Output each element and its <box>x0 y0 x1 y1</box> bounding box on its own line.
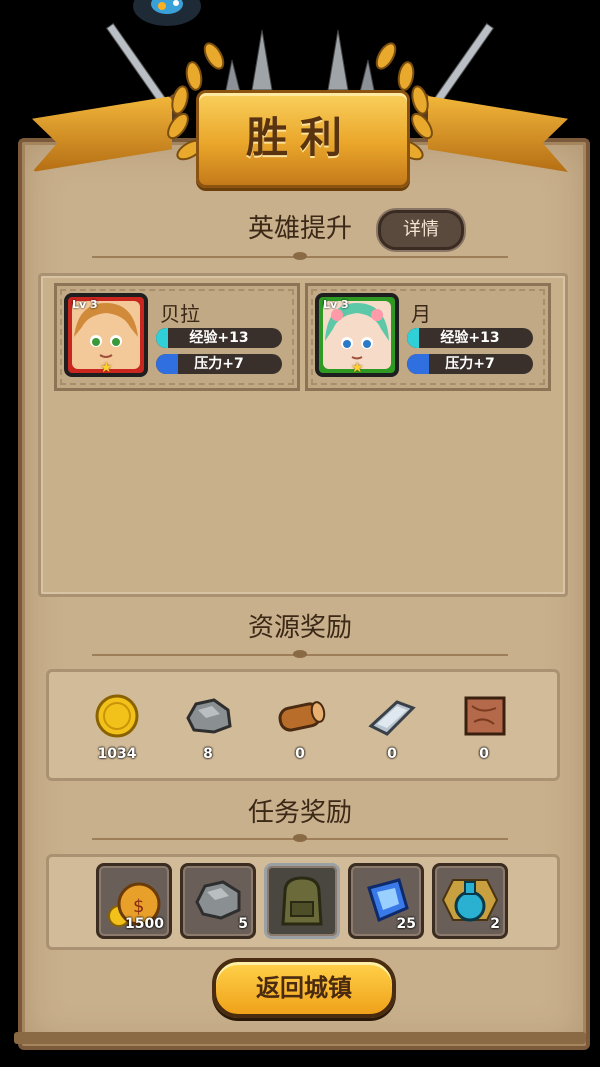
panel-trim <box>14 1032 586 1044</box>
gold-coin-icon <box>95 694 139 742</box>
stone-icon <box>184 698 232 738</box>
stress-bar-label: 压力+7 <box>194 356 244 372</box>
backpack-icon <box>277 872 327 934</box>
exp-bar: 经验+13 <box>156 328 282 348</box>
exp-bar-label: 经验+13 <box>189 330 249 346</box>
stress-bar: 压力+7 <box>407 354 533 374</box>
hero-name: 月 <box>411 302 431 326</box>
victory-title: 胜利 <box>245 113 354 162</box>
wood-log-icon <box>274 696 328 740</box>
reward-slot[interactable] <box>264 863 340 939</box>
leather-icon <box>462 694 508 742</box>
divider-ornament <box>293 252 307 260</box>
divider-ornament <box>293 650 307 658</box>
resource-value: 0 <box>387 746 397 762</box>
return-to-town-button[interactable]: 返回城镇 <box>212 958 396 1018</box>
svg-text:$: $ <box>133 896 144 917</box>
star-icon: ★ <box>351 360 364 376</box>
hero-section-title: 英雄提升 <box>247 214 352 244</box>
star-icon: ★ <box>100 360 113 376</box>
resource-value: 8 <box>203 746 213 762</box>
iron-ingot-icon <box>367 696 417 742</box>
divider-ornament <box>293 834 307 842</box>
mission-section-title: 任务奖励 <box>247 798 352 828</box>
reward-qty: 2 <box>490 916 500 932</box>
exp-bar-label: 经验+13 <box>440 330 500 346</box>
resource-value: 0 <box>479 746 489 762</box>
stress-bar: 压力+7 <box>156 354 282 374</box>
stress-bar-label: 压力+7 <box>445 356 495 372</box>
reward-qty: 25 <box>396 916 416 932</box>
exp-bar: 经验+13 <box>407 328 533 348</box>
resource-value: 1034 <box>97 746 137 762</box>
hero-level: Lv 3 <box>323 298 349 311</box>
hero-name: 贝拉 <box>160 302 200 326</box>
hero-level: Lv 3 <box>72 298 98 311</box>
resource-section-title: 资源奖励 <box>247 613 352 643</box>
resource-value: 0 <box>295 746 305 762</box>
detail-button[interactable]: 详情 <box>378 210 464 250</box>
reward-qty: 5 <box>238 916 248 932</box>
reward-qty: 1500 <box>125 916 164 932</box>
